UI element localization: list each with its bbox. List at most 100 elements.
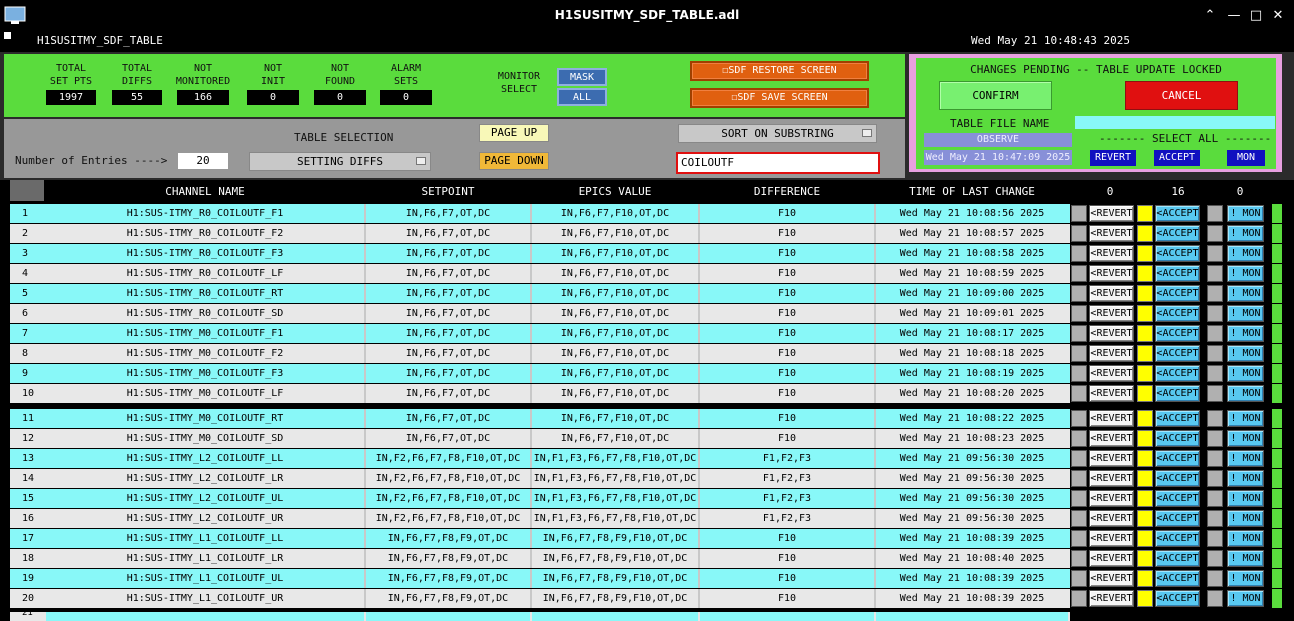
revert-button[interactable]: <REVERT	[1089, 325, 1134, 342]
accept-button[interactable]: <ACCEPT	[1155, 410, 1200, 427]
revert-checkbox[interactable]	[1071, 385, 1087, 402]
accept-checkbox[interactable]	[1137, 430, 1153, 447]
mon-button[interactable]: ! MON	[1227, 225, 1264, 242]
revert-checkbox[interactable]	[1071, 430, 1087, 447]
mon-button[interactable]: ! MON	[1227, 385, 1264, 402]
mon-checkbox[interactable]	[1207, 430, 1223, 447]
revert-checkbox[interactable]	[1071, 450, 1087, 467]
revert-button[interactable]: <REVERT	[1089, 225, 1134, 242]
accept-button[interactable]: <ACCEPT	[1155, 385, 1200, 402]
mon-checkbox[interactable]	[1207, 530, 1223, 547]
minimize-icon[interactable]: —	[1224, 6, 1244, 26]
accept-checkbox[interactable]	[1137, 490, 1153, 507]
mon-checkbox[interactable]	[1207, 385, 1223, 402]
accept-checkbox[interactable]	[1137, 470, 1153, 487]
accept-checkbox[interactable]	[1137, 570, 1153, 587]
accept-button[interactable]: <ACCEPT	[1155, 305, 1200, 322]
revert-checkbox[interactable]	[1071, 345, 1087, 362]
revert-button[interactable]: <REVERT	[1089, 305, 1134, 322]
revert-button[interactable]: <REVERT	[1089, 385, 1134, 402]
revert-button[interactable]: <REVERT	[1089, 365, 1134, 382]
revert-checkbox[interactable]	[1071, 490, 1087, 507]
all-button[interactable]: ALL	[557, 88, 607, 106]
revert-checkbox[interactable]	[1071, 225, 1087, 242]
revert-checkbox[interactable]	[1071, 410, 1087, 427]
mask-button[interactable]: MASK	[557, 68, 607, 86]
mon-checkbox[interactable]	[1207, 345, 1223, 362]
mon-checkbox[interactable]	[1207, 450, 1223, 467]
accept-button[interactable]: <ACCEPT	[1155, 570, 1200, 587]
accept-checkbox[interactable]	[1137, 225, 1153, 242]
confirm-button[interactable]: CONFIRM	[939, 81, 1052, 110]
mon-button[interactable]: ! MON	[1227, 410, 1264, 427]
mon-button[interactable]: ! MON	[1227, 470, 1264, 487]
revert-checkbox[interactable]	[1071, 305, 1087, 322]
accept-checkbox[interactable]	[1137, 410, 1153, 427]
accept-checkbox[interactable]	[1137, 530, 1153, 547]
revert-checkbox[interactable]	[1071, 365, 1087, 382]
mon-button[interactable]: ! MON	[1227, 205, 1264, 222]
revert-button[interactable]: <REVERT	[1089, 570, 1134, 587]
revert-checkbox[interactable]	[1071, 285, 1087, 302]
accept-button[interactable]: <ACCEPT	[1155, 325, 1200, 342]
revert-checkbox[interactable]	[1071, 205, 1087, 222]
revert-button[interactable]: <REVERT	[1089, 345, 1134, 362]
revert-button[interactable]: <REVERT	[1089, 510, 1134, 527]
accept-checkbox[interactable]	[1137, 305, 1153, 322]
accept-checkbox[interactable]	[1137, 450, 1153, 467]
sdf-save-screen-button[interactable]: ☐SDF SAVE SCREEN	[690, 88, 869, 108]
revert-checkbox[interactable]	[1071, 530, 1087, 547]
revert-button[interactable]: <REVERT	[1089, 430, 1134, 447]
accept-button[interactable]: <ACCEPT	[1155, 490, 1200, 507]
revert-button[interactable]: <REVERT	[1089, 590, 1134, 607]
mon-checkbox[interactable]	[1207, 245, 1223, 262]
mon-checkbox[interactable]	[1207, 225, 1223, 242]
page-down-button[interactable]: PAGE DOWN	[479, 152, 549, 170]
mon-checkbox[interactable]	[1207, 365, 1223, 382]
mon-button[interactable]: ! MON	[1227, 490, 1264, 507]
mon-checkbox[interactable]	[1207, 285, 1223, 302]
mon-button[interactable]: ! MON	[1227, 450, 1264, 467]
revert-checkbox[interactable]	[1071, 265, 1087, 282]
revert-checkbox[interactable]	[1071, 590, 1087, 607]
substring-input[interactable]: COILOUTF	[676, 152, 880, 174]
revert-button[interactable]: <REVERT	[1089, 450, 1134, 467]
accept-button[interactable]: <ACCEPT	[1155, 590, 1200, 607]
accept-button[interactable]: <ACCEPT	[1155, 345, 1200, 362]
mon-button[interactable]: ! MON	[1227, 245, 1264, 262]
mon-checkbox[interactable]	[1207, 325, 1223, 342]
accept-checkbox[interactable]	[1137, 590, 1153, 607]
accept-button[interactable]: <ACCEPT	[1155, 530, 1200, 547]
mon-button[interactable]: ! MON	[1227, 305, 1264, 322]
mon-checkbox[interactable]	[1207, 490, 1223, 507]
sort-substring-menu[interactable]: SORT ON SUBSTRING	[678, 124, 877, 143]
accept-checkbox[interactable]	[1137, 550, 1153, 567]
mon-button[interactable]: ! MON	[1227, 345, 1264, 362]
mon-button[interactable]: ! MON	[1227, 510, 1264, 527]
chevron-up-icon[interactable]: ⌃	[1200, 6, 1220, 26]
accept-checkbox[interactable]	[1137, 510, 1153, 527]
accept-button[interactable]: <ACCEPT	[1155, 430, 1200, 447]
mon-checkbox[interactable]	[1207, 410, 1223, 427]
select-all-mon-button[interactable]: MON	[1227, 150, 1265, 166]
accept-checkbox[interactable]	[1137, 345, 1153, 362]
revert-checkbox[interactable]	[1071, 510, 1087, 527]
mon-checkbox[interactable]	[1207, 265, 1223, 282]
mon-button[interactable]: ! MON	[1227, 570, 1264, 587]
mon-button[interactable]: ! MON	[1227, 590, 1264, 607]
mon-checkbox[interactable]	[1207, 590, 1223, 607]
select-all-revert-button[interactable]: REVERT	[1090, 150, 1136, 166]
revert-checkbox[interactable]	[1071, 245, 1087, 262]
accept-checkbox[interactable]	[1137, 285, 1153, 302]
revert-button[interactable]: <REVERT	[1089, 530, 1134, 547]
mon-button[interactable]: ! MON	[1227, 550, 1264, 567]
mon-button[interactable]: ! MON	[1227, 530, 1264, 547]
accept-button[interactable]: <ACCEPT	[1155, 550, 1200, 567]
mon-checkbox[interactable]	[1207, 570, 1223, 587]
mon-button[interactable]: ! MON	[1227, 325, 1264, 342]
mon-button[interactable]: ! MON	[1227, 365, 1264, 382]
accept-button[interactable]: <ACCEPT	[1155, 450, 1200, 467]
accept-button[interactable]: <ACCEPT	[1155, 225, 1200, 242]
mon-checkbox[interactable]	[1207, 305, 1223, 322]
page-up-button[interactable]: PAGE UP	[479, 124, 549, 142]
